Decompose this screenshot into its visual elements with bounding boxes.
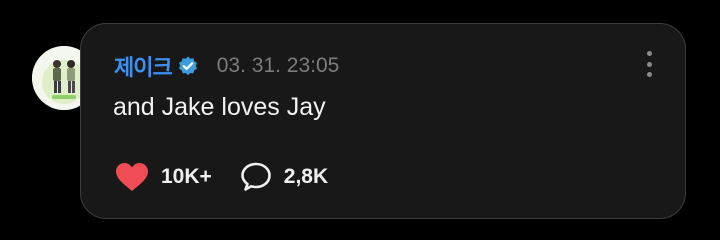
verified-badge-icon	[177, 55, 199, 77]
post-container: 제이크 03. 31. 23:05 and Jake loves Jay 10K…	[0, 0, 720, 240]
post-timestamp: 03. 31. 23:05	[216, 54, 340, 77]
post-header: 제이크 03. 31. 23:05	[114, 51, 339, 81]
post-actions: 10K+ 2,8K	[115, 162, 328, 192]
post-text: and Jake loves Jay	[113, 93, 326, 121]
more-dot	[646, 72, 652, 77]
more-dot	[646, 51, 652, 56]
comment-button[interactable]: 2,8K	[240, 162, 328, 192]
comment-count: 2,8K	[283, 165, 329, 188]
comment-bubble-icon	[240, 162, 271, 191]
post-card: 제이크 03. 31. 23:05 and Jake loves Jay 10K…	[80, 23, 686, 219]
more-dot	[646, 61, 652, 67]
heart-icon	[116, 163, 148, 191]
like-button[interactable]: 10K+	[115, 162, 212, 192]
author-name[interactable]: 제이크	[114, 50, 173, 82]
more-vertical-icon[interactable]	[645, 51, 653, 77]
like-count: 10K+	[161, 165, 212, 188]
